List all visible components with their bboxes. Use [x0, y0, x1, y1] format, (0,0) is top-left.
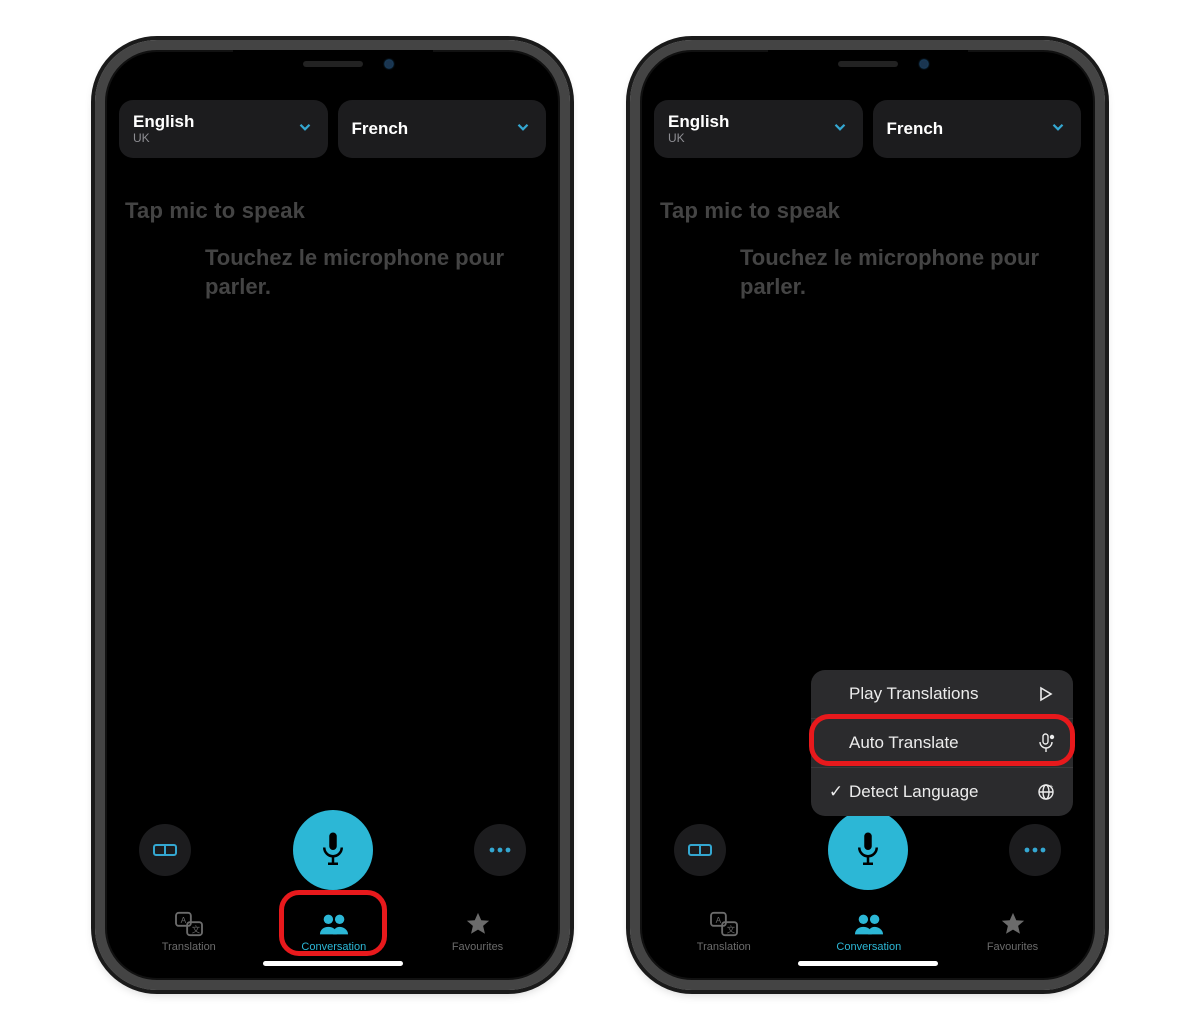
- tab-translation[interactable]: A文 Translation: [162, 911, 216, 953]
- microphone-button[interactable]: [293, 810, 373, 890]
- menu-label: Auto Translate: [849, 733, 1035, 753]
- svg-text:A: A: [715, 915, 721, 925]
- controls-row: [654, 810, 1081, 904]
- mic-auto-icon: [1035, 733, 1057, 753]
- more-icon: [488, 846, 512, 854]
- chevron-down-icon: [831, 118, 849, 141]
- tab-label: Favourites: [987, 941, 1038, 953]
- conversation-icon: [319, 911, 349, 937]
- language-selector-right[interactable]: French: [338, 100, 547, 158]
- phone-right: English UK French Tap mic to speak Touch: [630, 40, 1105, 990]
- tab-conversation[interactable]: Conversation: [301, 911, 366, 953]
- tab-conversation[interactable]: Conversation: [836, 911, 901, 953]
- language-left-name: English: [668, 112, 729, 132]
- home-indicator[interactable]: [798, 961, 938, 966]
- controls-row: [119, 810, 546, 904]
- prompts: Tap mic to speak Touchez le microphone p…: [654, 198, 1081, 301]
- svg-text:+: +: [1049, 784, 1053, 791]
- star-icon: [998, 911, 1028, 937]
- face-to-face-icon: [153, 842, 177, 858]
- tab-bar: A文 Translation Conversation Favourites: [119, 904, 546, 957]
- tab-label: Favourites: [452, 941, 503, 953]
- language-selector-left[interactable]: English UK: [654, 100, 863, 158]
- screen-right: English UK French Tap mic to speak Touch: [640, 50, 1095, 980]
- home-indicator[interactable]: [263, 961, 403, 966]
- language-left-region: UK: [668, 132, 729, 146]
- language-row: English UK French: [119, 100, 546, 158]
- language-selector-left[interactable]: English UK: [119, 100, 328, 158]
- prompt-primary: Tap mic to speak: [660, 198, 1075, 224]
- notch: [233, 50, 433, 78]
- phone-left: English UK French Tap mic to speak Touch: [95, 40, 570, 990]
- svg-text:A: A: [180, 915, 186, 925]
- conversation-icon: [854, 911, 884, 937]
- face-to-face-icon: [688, 842, 712, 858]
- translation-icon: A文: [174, 911, 204, 937]
- menu-label: Play Translations: [849, 684, 1035, 704]
- language-left-name: English: [133, 112, 194, 132]
- chevron-down-icon: [514, 118, 532, 141]
- face-to-face-button[interactable]: [674, 824, 726, 876]
- translation-icon: A文: [709, 911, 739, 937]
- svg-text:文: 文: [727, 924, 736, 934]
- language-right-name: French: [887, 119, 944, 139]
- tab-label: Translation: [162, 941, 216, 953]
- language-right-name: French: [352, 119, 409, 139]
- face-to-face-button[interactable]: [139, 824, 191, 876]
- language-row: English UK French: [654, 100, 1081, 158]
- tab-favourites[interactable]: Favourites: [452, 911, 503, 953]
- menu-item-play-translations[interactable]: Play Translations: [811, 670, 1073, 719]
- language-selector-right[interactable]: French: [873, 100, 1082, 158]
- menu-item-auto-translate[interactable]: Auto Translate: [811, 719, 1073, 768]
- chevron-down-icon: [1049, 118, 1067, 141]
- prompt-secondary: Touchez le microphone pour parler.: [740, 244, 1075, 301]
- notch: [768, 50, 968, 78]
- microphone-icon: [318, 831, 348, 869]
- play-icon: [1035, 686, 1057, 702]
- tab-label: Conversation: [836, 941, 901, 953]
- chevron-down-icon: [296, 118, 314, 141]
- prompt-secondary: Touchez le microphone pour parler.: [205, 244, 540, 301]
- microphone-icon: [853, 831, 883, 869]
- more-icon: [1023, 846, 1047, 854]
- prompt-primary: Tap mic to speak: [125, 198, 540, 224]
- language-left-region: UK: [133, 132, 194, 146]
- screen-left: English UK French Tap mic to speak Touch: [105, 50, 560, 980]
- tab-favourites[interactable]: Favourites: [987, 911, 1038, 953]
- menu-label: Detect Language: [849, 782, 1035, 802]
- more-button[interactable]: [1009, 824, 1061, 876]
- tab-label: Translation: [697, 941, 751, 953]
- star-icon: [463, 911, 493, 937]
- check-icon: ✓: [827, 782, 845, 802]
- prompts: Tap mic to speak Touchez le microphone p…: [119, 198, 546, 301]
- svg-text:文: 文: [192, 924, 201, 934]
- globe-icon: +: [1035, 783, 1057, 801]
- microphone-button[interactable]: [828, 810, 908, 890]
- more-button[interactable]: [474, 824, 526, 876]
- tab-translation[interactable]: A文 Translation: [697, 911, 751, 953]
- options-menu: Play Translations Auto Translate ✓ Detec…: [811, 670, 1073, 816]
- tab-bar: A文 Translation Conversation Favourites: [654, 904, 1081, 957]
- menu-item-detect-language[interactable]: ✓ Detect Language +: [811, 768, 1073, 816]
- tab-label: Conversation: [301, 941, 366, 953]
